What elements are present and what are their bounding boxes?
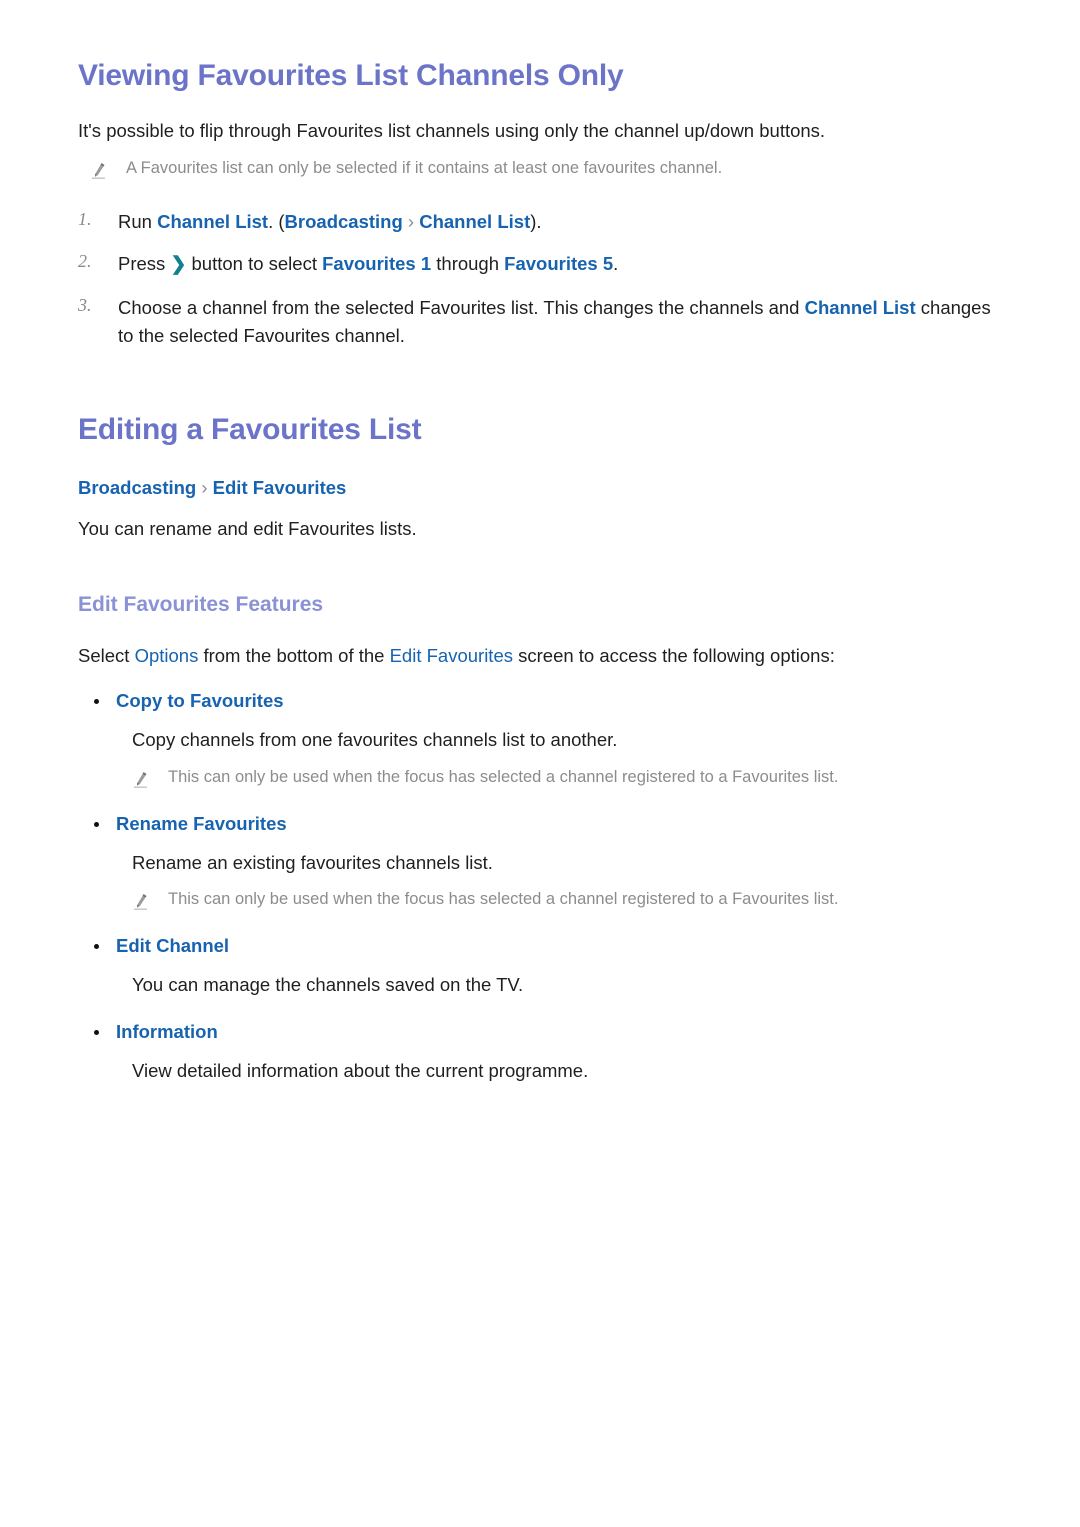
option-item: Information View detailed information ab… [78,1021,1010,1085]
step-text-plain: ). [530,210,542,232]
option-header[interactable]: Rename Favourites [78,813,1010,835]
breadcrumb-item-broadcasting[interactable]: Broadcasting [78,477,196,498]
bullet-icon [94,813,116,827]
chevron-right-button-icon: ❯ [170,253,187,275]
option-label[interactable]: Edit Channel [116,935,229,957]
option-label[interactable]: Rename Favourites [116,813,287,835]
note-row: A Favourites list can only be selected i… [78,157,1010,186]
option-description: Copy channels from one favourites channe… [132,728,618,750]
section2-subheading: Edit Favourites Features [78,592,324,616]
pencil-icon [132,770,154,795]
step-text: Run Channel List. (Broadcasting › Channe… [118,208,542,236]
step-text-plain: Run [118,210,158,232]
step-number: 2. [78,250,92,271]
document-page: Viewing Favourites List Channels Only It… [0,0,1080,1527]
step-text: Press ❯ button to select Favourites 1 th… [118,250,618,280]
section2-intro-paragraph: You can rename and edit Favourites lists… [78,517,417,539]
link-broadcasting[interactable]: Broadcasting [285,211,403,232]
link-channel-list[interactable]: Channel List [157,211,268,232]
link-channel-list[interactable]: Channel List [805,297,916,318]
page-title: Viewing Favourites List Channels Only [78,59,624,92]
option-header[interactable]: Information [78,1021,1010,1043]
link-edit-favourites[interactable]: Edit Favourites [390,645,513,666]
pencil-icon [132,892,154,917]
features-text-plain: screen to access the following options: [512,645,835,666]
option-item: Edit Channel You can manage the channels… [78,935,1010,999]
option-label[interactable]: Information [116,1021,218,1043]
section1-intro-paragraph: It's possible to flip through Favourites… [78,120,826,141]
option-item: Rename Favourites Rename an existing fav… [78,813,1010,918]
step-item-3: 3. Choose a channel from the selected Fa… [78,294,1010,350]
step-text-plain: . ( [268,210,285,232]
step-text-plain: button to select [186,252,323,274]
chevron-right-icon: › [402,210,420,232]
options-list: Copy to Favourites Copy channels from on… [78,690,1010,1085]
step-text-plain: through [431,252,505,274]
option-description: View detailed information about the curr… [132,1060,589,1081]
pencil-icon [90,161,112,186]
steps-list: 1. Run Channel List. (Broadcasting › Cha… [78,208,1010,350]
link-favourites-1[interactable]: Favourites 1 [322,253,431,274]
breadcrumb-item-edit-favourites[interactable]: Edit Favourites [213,477,347,498]
bullet-icon [94,935,116,950]
step-item-2: 2. Press ❯ button to select Favourites 1… [78,250,1010,280]
option-note-wrapper: This can only be used when the focus has… [78,888,1010,917]
option-item: Copy to Favourites Copy channels from on… [78,690,1010,795]
section2-title: Editing a Favourites List [78,412,422,446]
step-number: 3. [78,294,92,315]
option-note-wrapper: This can only be used when the focus has… [78,766,1010,795]
breadcrumb: Broadcasting › Edit Favourites [78,477,1010,499]
note-text: This can only be used when the focus has… [168,890,839,909]
link-options[interactable]: Options [135,645,199,666]
note-row: This can only be used when the focus has… [132,766,1010,795]
link-favourites-5[interactable]: Favourites 5 [504,253,613,274]
features-text-plain: from the bottom of the [198,645,390,666]
option-header[interactable]: Edit Channel [78,935,1010,957]
step-text-plain: Choose a channel from the selected Favou… [118,296,805,318]
features-intro-paragraph: Select Options from the bottom of the Ed… [78,642,1010,670]
features-text-plain: Select [78,645,135,666]
chevron-right-icon: › [201,476,208,498]
option-label[interactable]: Copy to Favourites [116,690,284,712]
note-text: This can only be used when the focus has… [168,767,839,786]
step-text-plain: Press [118,252,171,274]
option-header[interactable]: Copy to Favourites [78,690,1010,712]
option-description: Rename an existing favourites channels l… [132,851,493,873]
step-text: Choose a channel from the selected Favou… [118,294,998,350]
step-item-1: 1. Run Channel List. (Broadcasting › Cha… [78,208,1010,236]
note-text: A Favourites list can only be selected i… [126,158,723,177]
step-number: 1. [78,208,92,229]
bullet-icon [94,690,116,704]
note-row: This can only be used when the focus has… [132,888,1010,917]
link-channel-list[interactable]: Channel List [419,211,530,232]
option-description: You can manage the channels saved on the… [132,974,524,996]
step-text-plain: . [613,252,619,274]
bullet-icon [94,1021,116,1035]
